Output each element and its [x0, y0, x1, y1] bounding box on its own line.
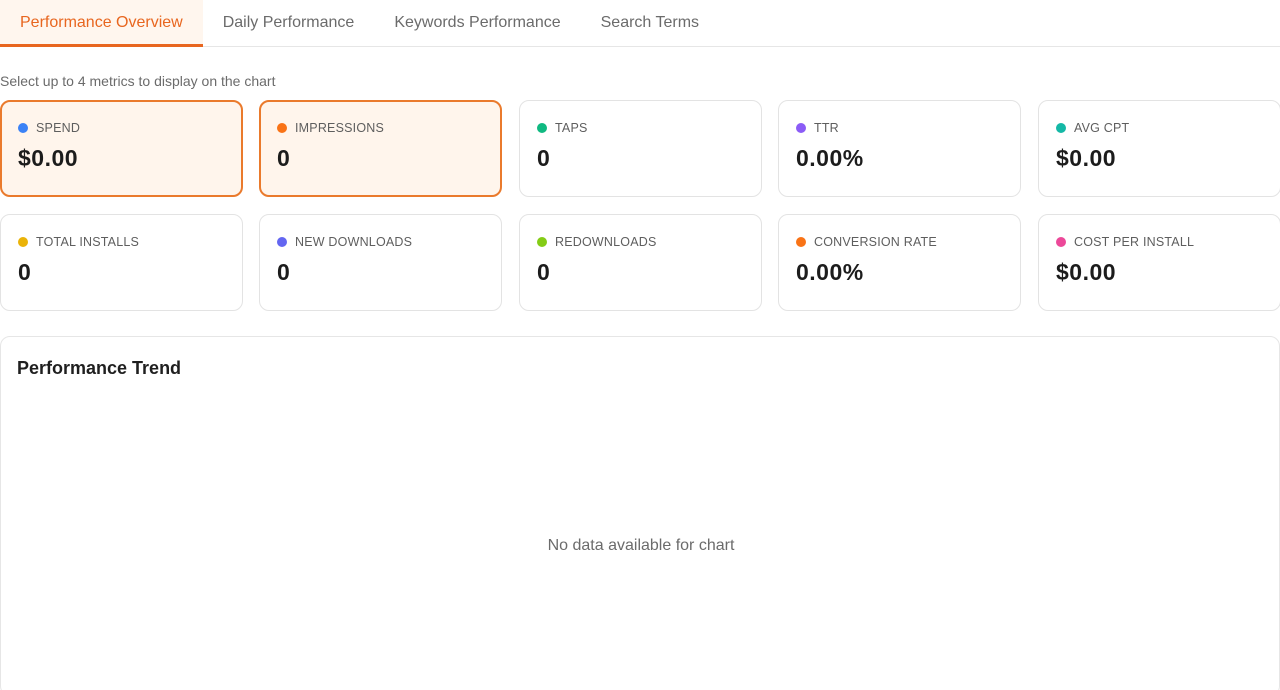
tab-bar: Performance Overview Daily Performance K…	[0, 0, 1280, 47]
metric-label: TOTAL INSTALLS	[36, 235, 140, 249]
metric-card-taps[interactable]: TAPS 0	[519, 100, 762, 197]
tab-daily-performance[interactable]: Daily Performance	[203, 0, 375, 46]
metric-value: 0.00%	[796, 259, 864, 285]
metric-selection-hint: Select up to 4 metrics to display on the…	[0, 73, 276, 89]
metric-label: CONVERSION RATE	[814, 235, 937, 249]
metric-value: $0.00	[1056, 145, 1117, 171]
cost-per-install-color-dot	[1056, 237, 1066, 247]
conversion-rate-color-dot	[796, 237, 806, 247]
metric-value: 0	[18, 259, 32, 285]
metric-label: SPEND	[36, 121, 81, 135]
metric-label: COST PER INSTALL	[1074, 235, 1195, 249]
impressions-color-dot	[277, 123, 287, 133]
metric-card-total-installs[interactable]: TOTAL INSTALLS 0	[0, 214, 243, 311]
metric-card-impressions[interactable]: IMPRESSIONS 0	[259, 100, 502, 197]
metric-card-conversion-rate[interactable]: CONVERSION RATE 0.00%	[778, 214, 1021, 311]
metric-label: TTR	[814, 121, 839, 135]
tab-search-terms[interactable]: Search Terms	[581, 0, 719, 46]
spend-color-dot	[18, 123, 28, 133]
metric-value: $0.00	[1056, 259, 1117, 285]
metric-value: $0.00	[18, 145, 79, 171]
taps-color-dot	[537, 123, 547, 133]
metric-label: IMPRESSIONS	[295, 121, 385, 135]
tab-keywords-performance[interactable]: Keywords Performance	[374, 0, 580, 46]
metric-card-new-downloads[interactable]: NEW DOWNLOADS 0	[259, 214, 502, 311]
total-installs-color-dot	[18, 237, 28, 247]
metric-card-redownloads[interactable]: REDOWNLOADS 0	[519, 214, 762, 311]
metric-label: REDOWNLOADS	[555, 235, 657, 249]
chart-empty-message: No data available for chart	[547, 537, 735, 554]
metric-value: 0	[537, 145, 551, 171]
metric-card-cost-per-install[interactable]: COST PER INSTALL $0.00	[1038, 214, 1280, 311]
new-downloads-color-dot	[277, 237, 287, 247]
avg-cpt-color-dot	[1056, 123, 1066, 133]
chart-title: Performance Trend	[17, 358, 182, 378]
metric-value: 0	[277, 145, 291, 171]
metric-card-avg-cpt[interactable]: AVG CPT $0.00	[1038, 100, 1280, 197]
metric-card-spend[interactable]: SPEND $0.00	[0, 100, 243, 197]
metric-label: TAPS	[555, 121, 588, 135]
metric-label: NEW DOWNLOADS	[295, 235, 413, 249]
redownloads-color-dot	[537, 237, 547, 247]
metric-label: AVG CPT	[1074, 121, 1130, 135]
metric-value: 0	[537, 259, 551, 285]
performance-trend-panel: Performance Trend No data available for …	[0, 336, 1280, 690]
metric-card-ttr[interactable]: TTR 0.00%	[778, 100, 1021, 197]
ttr-color-dot	[796, 123, 806, 133]
tab-performance-overview[interactable]: Performance Overview	[0, 0, 203, 47]
metric-value: 0.00%	[796, 145, 864, 171]
metric-value: 0	[277, 259, 291, 285]
